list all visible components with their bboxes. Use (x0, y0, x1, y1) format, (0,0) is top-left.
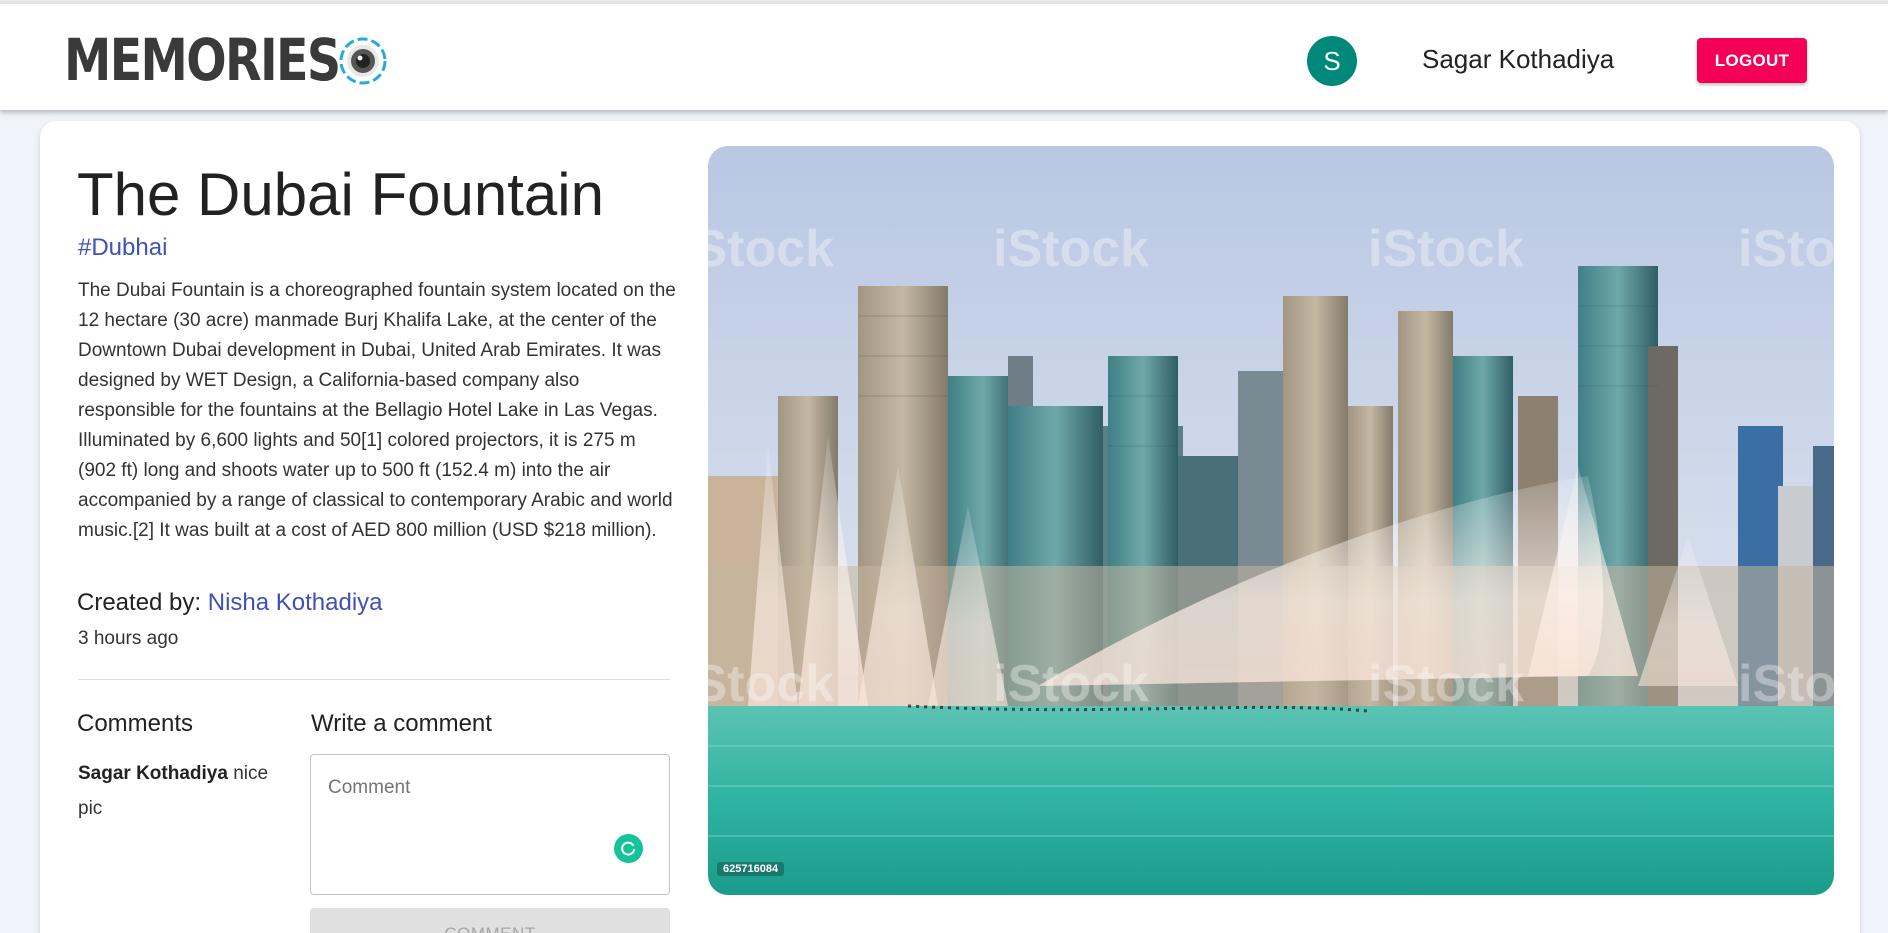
brand[interactable]: MEMORIES (64, 28, 400, 92)
comments-heading: Comments (77, 710, 194, 737)
svg-text:iStock: iStock (993, 220, 1149, 278)
post-tags: #Dubhai (78, 234, 168, 261)
dubai-fountain-image: iStock iStock iStock iStock iStock iStoc… (708, 146, 1834, 895)
svg-text:iStock: iStock (1368, 220, 1524, 278)
avatar[interactable]: S (1307, 36, 1357, 86)
divider (78, 679, 670, 680)
post-time: 3 hours ago (78, 628, 179, 649)
grammarly-icon[interactable] (614, 834, 643, 863)
post-image: iStock iStock iStock iStock iStock iStoc… (708, 146, 1834, 895)
svg-text:iStock: iStock (708, 655, 834, 713)
brand-title: MEMORIES (64, 26, 341, 94)
logout-button[interactable]: LOGOUT (1697, 38, 1807, 83)
post-title: The Dubai Fountain (77, 161, 604, 228)
svg-text:iStock: iStock (993, 655, 1149, 713)
image-stock-id: 625716084 (717, 862, 785, 876)
comment-item: Sagar Kothadiya nice pic (78, 756, 288, 826)
svg-text:iStock: iStock (1368, 655, 1524, 713)
author-link[interactable]: Nisha Kothadiya (208, 589, 383, 616)
user-name: Sagar Kothadiya (1422, 44, 1615, 74)
memories-logo-icon (339, 37, 387, 85)
created-by: Created by: Nisha Kothadiya (77, 589, 383, 617)
svg-text:iStock: iStock (708, 220, 834, 278)
svg-text:iStock: iStock (1738, 220, 1834, 278)
comment-author: Sagar Kothadiya (78, 763, 228, 784)
grammarly-glyph-icon (621, 841, 635, 856)
created-by-label: Created by: (77, 589, 208, 616)
post-description: The Dubai Fountain is a choreographed fo… (78, 280, 676, 541)
write-comment-heading: Write a comment (311, 710, 492, 737)
comment-submit-button[interactable]: COMMENT (310, 908, 670, 933)
app-bar: MEMORIES S Sagar Kothadiya LOGOUT (0, 3, 1888, 110)
svg-text:iStock: iStock (1738, 655, 1834, 713)
comment-input[interactable] (310, 754, 670, 895)
